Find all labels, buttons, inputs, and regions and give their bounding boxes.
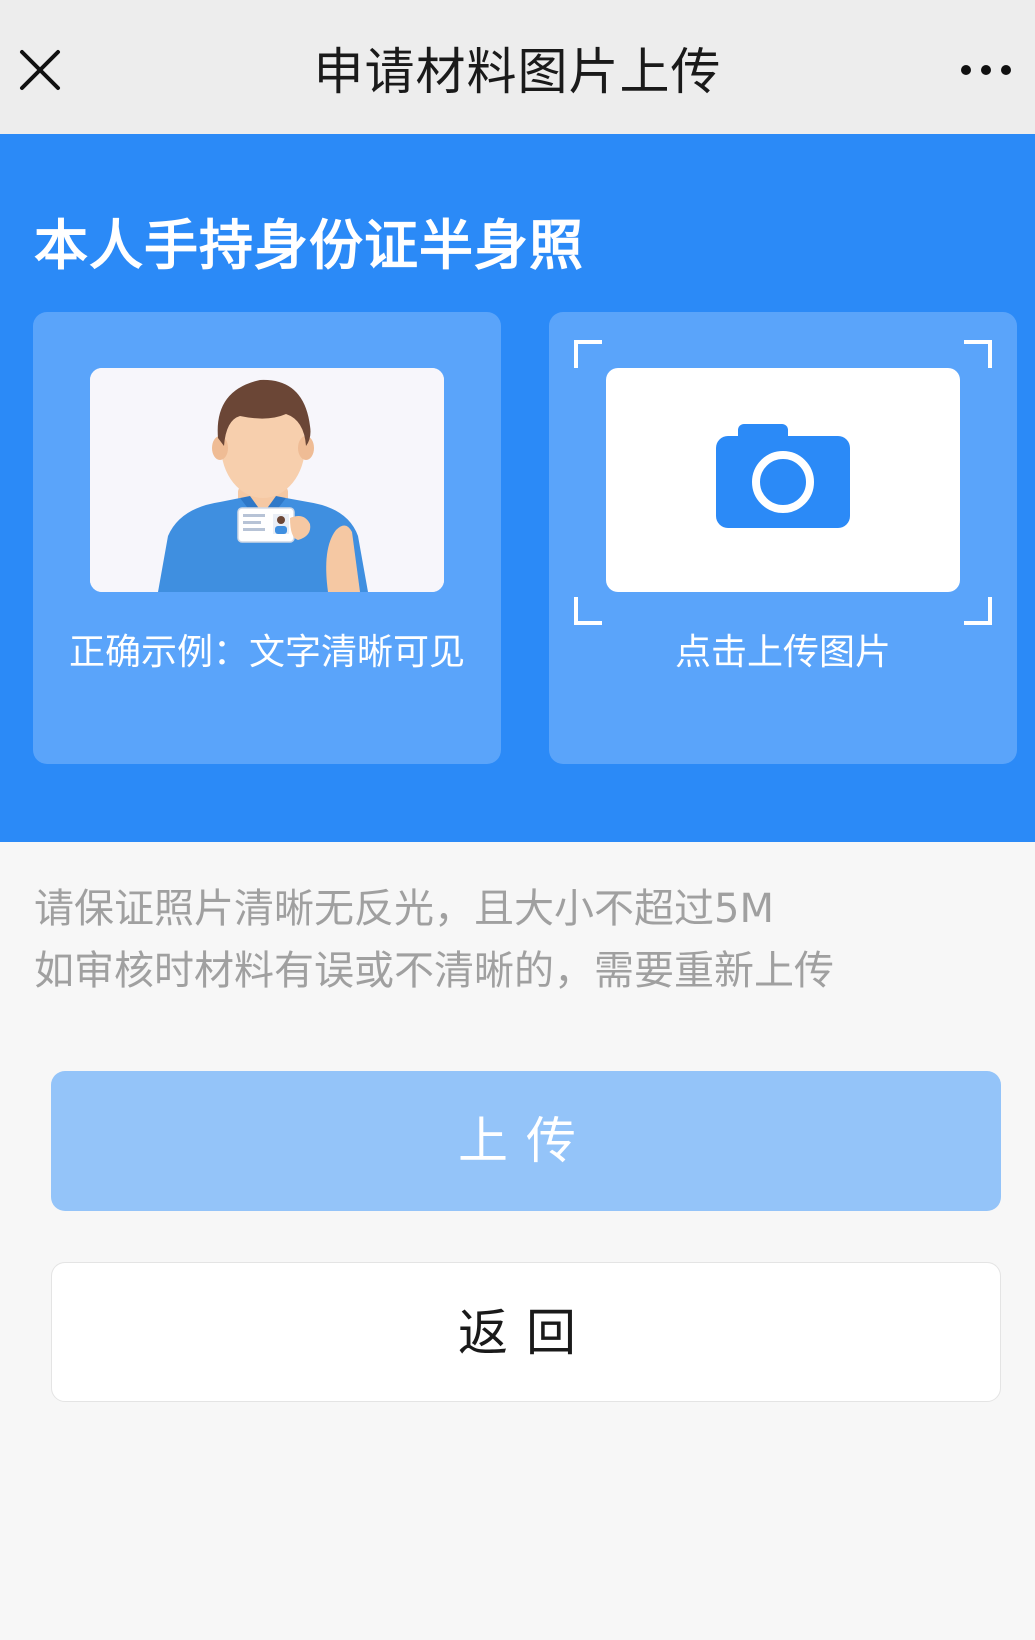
- upload-caption: 点击上传图片: [674, 632, 891, 673]
- upload-section: 本人手持身份证半身照 正确示例：文字清晰可见 点击上传图片: [0, 134, 1035, 842]
- upload-placeholder[interactable]: [606, 368, 960, 592]
- note-line: 如审核时材料有误或不清晰的，需要重新上传: [34, 948, 834, 994]
- frame-corner: [574, 597, 602, 625]
- dot: [961, 65, 971, 75]
- frame-corner: [964, 340, 992, 368]
- example-image: [90, 368, 444, 592]
- example-card: 正确示例：文字清晰可见: [33, 312, 501, 764]
- person-holding-id-card-illustration: [90, 368, 444, 592]
- section-title: 本人手持身份证半身照: [34, 214, 584, 277]
- upload-button[interactable]: 上传: [51, 1071, 1001, 1211]
- note-line: 请保证照片清晰无反光，且大小不超过5M: [34, 886, 774, 932]
- example-caption: 正确示例：文字清晰可见: [68, 632, 465, 673]
- upload-notes: 请保证照片清晰无反光，且大小不超过5M 如审核时材料有误或不清晰的，需要重新上传: [34, 878, 1014, 1002]
- frame-corner: [574, 340, 602, 368]
- dot: [1001, 65, 1011, 75]
- frame-corner: [964, 597, 992, 625]
- top-nav-bar: 申请材料图片上传: [0, 0, 1035, 134]
- back-button[interactable]: 返回: [51, 1262, 1001, 1402]
- more-dots-icon[interactable]: [951, 52, 1021, 88]
- upload-photo-card[interactable]: 点击上传图片: [549, 312, 1017, 764]
- camera-icon: [716, 424, 850, 528]
- dot: [981, 65, 991, 75]
- page-title: 申请材料图片上传: [313, 43, 722, 101]
